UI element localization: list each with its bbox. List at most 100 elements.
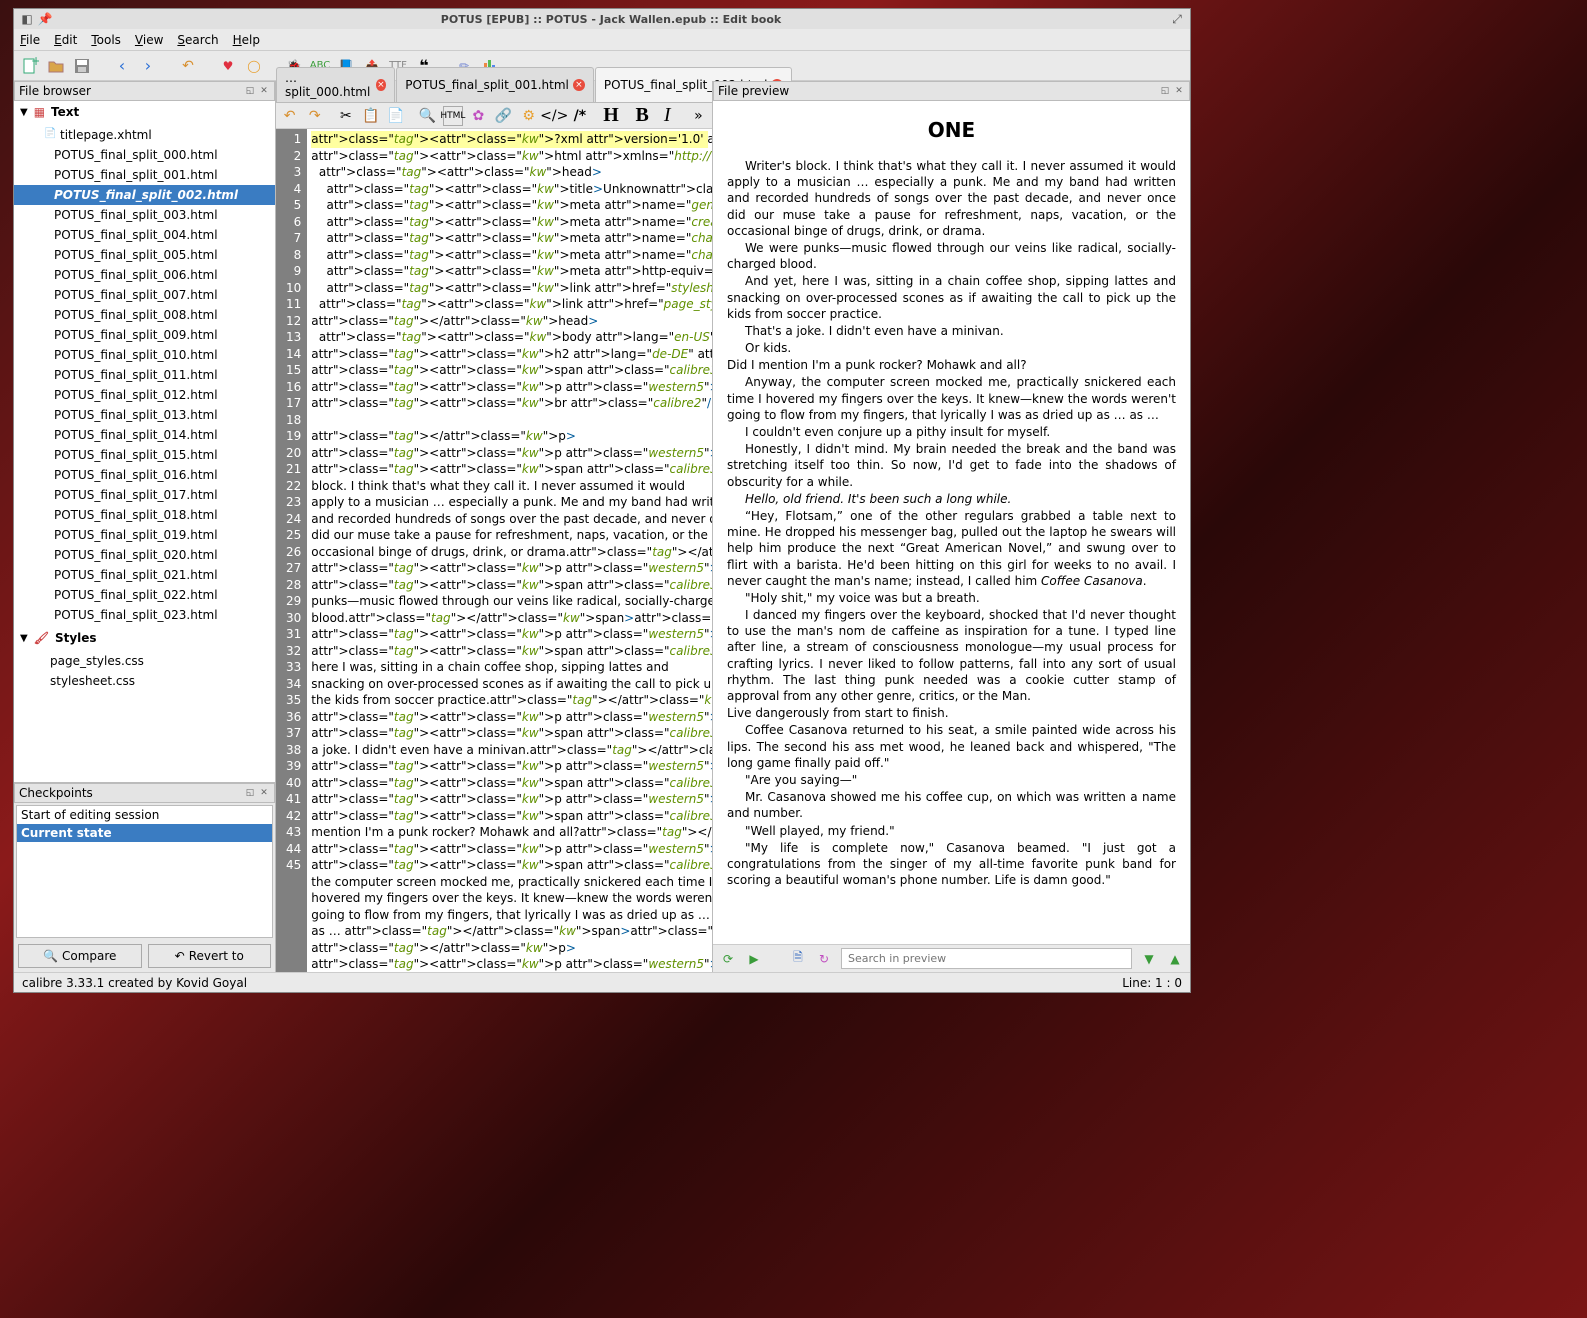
undo-global-icon[interactable]: ‹ xyxy=(112,56,132,76)
search-next-icon[interactable]: ▼ xyxy=(1140,950,1158,968)
preview-para: Writer's block. I think that's what they… xyxy=(727,158,1176,239)
split-icon[interactable]: 🗎 xyxy=(789,950,807,968)
editor-tab[interactable]: POTUS_final_split_001.html× xyxy=(396,67,594,102)
panel-close-icon[interactable]: ✕ xyxy=(1173,85,1185,97)
file-item[interactable]: POTUS_final_split_004.html xyxy=(14,225,275,245)
file-browser[interactable]: ▼▦Text titlepage.xhtmlPOTUS_final_split_… xyxy=(14,101,275,782)
preview-para: Hello, old friend. It's been such a long… xyxy=(727,491,1176,507)
menu-view[interactable]: View xyxy=(135,33,163,47)
preview-toolbar: ⟳ ▶ 🗎 ↻ ▼ ▲ xyxy=(713,944,1190,972)
tab-close-icon[interactable]: × xyxy=(573,79,585,91)
status-left: calibre 3.33.1 created by Kovid Goyal xyxy=(22,976,247,990)
file-browser-title: File browser ◱ ✕ xyxy=(14,81,275,101)
panel-close-icon[interactable]: ✕ xyxy=(258,787,270,799)
preview-search-input[interactable] xyxy=(841,948,1132,969)
revert-button[interactable]: ↶Revert to xyxy=(148,944,272,968)
menu-file[interactable]: File xyxy=(20,33,40,47)
maximize-icon[interactable]: ⤢ xyxy=(1170,12,1184,26)
undo-icon[interactable]: ↶ xyxy=(280,106,299,126)
svg-text:+: + xyxy=(31,57,39,68)
comment-icon[interactable]: /* xyxy=(570,106,589,126)
menu-search[interactable]: Search xyxy=(177,33,218,47)
new-file-icon[interactable]: + xyxy=(20,56,40,76)
window-menu-icon[interactable]: ◧ xyxy=(20,12,34,26)
section-styles[interactable]: ▼🖌Styles xyxy=(14,627,275,649)
checkpoints-list[interactable]: Start of editing sessionCurrent state xyxy=(16,805,273,938)
file-item[interactable]: POTUS_final_split_019.html xyxy=(14,525,275,545)
menu-help[interactable]: Help xyxy=(233,33,260,47)
insert-image-icon[interactable]: ✿ xyxy=(469,106,488,126)
status-cursor: Line: 1 : 0 xyxy=(1122,976,1182,990)
panel-float-icon[interactable]: ◱ xyxy=(244,85,256,97)
file-item[interactable]: POTUS_final_split_015.html xyxy=(14,445,275,465)
pin-icon[interactable]: 📌 xyxy=(38,12,52,26)
cut-icon[interactable]: ✂ xyxy=(336,106,355,126)
save-icon[interactable] xyxy=(72,56,92,76)
file-item[interactable]: POTUS_final_split_002.html xyxy=(14,185,275,205)
preview-para: Anyway, the computer screen mocked me, p… xyxy=(727,374,1176,423)
tab-close-icon[interactable]: × xyxy=(376,79,387,91)
preview-pane[interactable]: ONE Writer's block. I think that's what … xyxy=(713,101,1190,944)
file-item[interactable]: POTUS_final_split_001.html xyxy=(14,165,275,185)
file-item[interactable]: POTUS_final_split_009.html xyxy=(14,325,275,345)
file-item[interactable]: POTUS_final_split_003.html xyxy=(14,205,275,225)
file-item[interactable]: POTUS_final_split_023.html xyxy=(14,605,275,625)
toc-icon[interactable]: ◯ xyxy=(244,56,264,76)
preview-para: I danced my fingers over the keyboard, s… xyxy=(727,607,1176,704)
menu-edit[interactable]: Edit xyxy=(54,33,77,47)
redo-icon[interactable]: ↷ xyxy=(305,106,324,126)
file-item[interactable]: POTUS_final_split_017.html xyxy=(14,485,275,505)
file-item[interactable]: POTUS_final_split_007.html xyxy=(14,285,275,305)
more-tools-icon[interactable]: » xyxy=(689,106,708,126)
file-item[interactable]: POTUS_final_split_012.html xyxy=(14,385,275,405)
editor-tabs: …split_000.html×POTUS_final_split_001.ht… xyxy=(276,81,712,103)
checkpoint-item[interactable]: Current state xyxy=(17,824,272,842)
checkpoints-title: Checkpoints ◱ ✕ xyxy=(14,783,275,803)
file-item[interactable]: POTUS_final_split_018.html xyxy=(14,505,275,525)
file-item[interactable]: POTUS_final_split_010.html xyxy=(14,345,275,365)
link-icon[interactable]: 🔗 xyxy=(494,106,513,126)
compare-button[interactable]: 🔍Compare xyxy=(18,944,142,968)
checkpoint-item[interactable]: Start of editing session xyxy=(17,806,272,824)
section-text[interactable]: ▼▦Text xyxy=(14,101,275,123)
revert-icon[interactable]: ↶ xyxy=(178,56,198,76)
editor-tab[interactable]: …split_000.html× xyxy=(276,67,395,102)
copy-icon[interactable]: 📋 xyxy=(361,106,380,126)
refresh-icon[interactable]: ⟳ xyxy=(719,950,737,968)
bold-icon[interactable]: B xyxy=(633,106,652,126)
menu-tools[interactable]: Tools xyxy=(91,33,121,47)
paste-icon[interactable]: 📄 xyxy=(387,106,406,126)
file-item[interactable]: POTUS_final_split_005.html xyxy=(14,245,275,265)
special-char-icon[interactable]: ⚙ xyxy=(519,106,538,126)
file-item[interactable]: POTUS_final_split_000.html xyxy=(14,145,275,165)
reload-icon[interactable]: ↻ xyxy=(815,950,833,968)
heart-icon[interactable]: ♥ xyxy=(218,56,238,76)
file-item[interactable]: POTUS_final_split_016.html xyxy=(14,465,275,485)
file-item[interactable]: POTUS_final_split_011.html xyxy=(14,365,275,385)
open-icon[interactable] xyxy=(46,56,66,76)
panel-float-icon[interactable]: ◱ xyxy=(1159,85,1171,97)
heading-icon[interactable]: H xyxy=(601,106,620,126)
redo-global-icon[interactable]: › xyxy=(138,56,158,76)
file-item[interactable]: POTUS_final_split_020.html xyxy=(14,545,275,565)
sync-icon[interactable]: ▶ xyxy=(745,950,763,968)
italic-icon[interactable]: I xyxy=(658,106,677,126)
preview-para: We were punks—music flowed through our v… xyxy=(727,240,1176,272)
code-editor[interactable]: 1234567891011121314151617181920212223242… xyxy=(276,129,712,972)
search-icon[interactable]: 🔍 xyxy=(418,106,437,126)
file-item[interactable]: POTUS_final_split_013.html xyxy=(14,405,275,425)
file-item[interactable]: titlepage.xhtml xyxy=(14,125,275,145)
search-prev-icon[interactable]: ▲ xyxy=(1166,950,1184,968)
html-icon[interactable]: HTML xyxy=(443,106,463,126)
file-item[interactable]: stylesheet.css xyxy=(14,671,275,691)
panel-float-icon[interactable]: ◱ xyxy=(244,787,256,799)
file-item[interactable]: POTUS_final_split_021.html xyxy=(14,565,275,585)
file-item[interactable]: POTUS_final_split_008.html xyxy=(14,305,275,325)
preview-heading: ONE xyxy=(727,117,1176,144)
file-item[interactable]: POTUS_final_split_022.html xyxy=(14,585,275,605)
code-icon[interactable]: </> xyxy=(544,106,564,126)
file-item[interactable]: POTUS_final_split_014.html xyxy=(14,425,275,445)
file-item[interactable]: page_styles.css xyxy=(14,651,275,671)
panel-close-icon[interactable]: ✕ xyxy=(258,85,270,97)
file-item[interactable]: POTUS_final_split_006.html xyxy=(14,265,275,285)
